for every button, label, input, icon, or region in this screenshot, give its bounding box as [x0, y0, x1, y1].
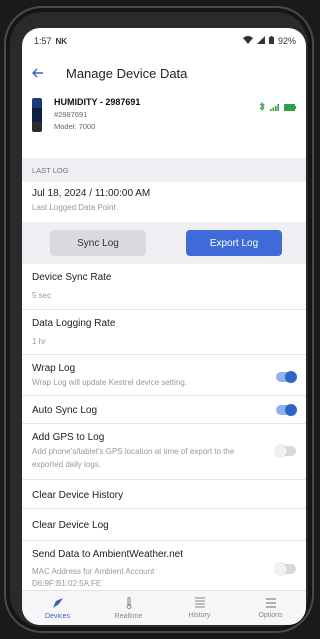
device-battery-icon [284, 98, 296, 116]
nav-realtime-label: Realtime [114, 612, 143, 620]
ambient-mac-address: D6:9F:B1:02:5A:FE [32, 579, 102, 588]
device-image [32, 98, 42, 132]
last-log-caption: Last Logged Data Point [32, 203, 116, 212]
add-gps-row: Add GPS to Log Add phone's/tablet's GPS … [22, 424, 306, 480]
device-serial: #2987691 [54, 110, 88, 119]
auto-sync-log-toggle[interactable] [276, 404, 297, 416]
device-status-icons [259, 98, 296, 116]
signal-strength-icon [270, 98, 279, 116]
battery-icon [268, 36, 274, 46]
add-gps-title: Add GPS to Log [32, 432, 105, 443]
export-log-button[interactable]: Export Log [186, 230, 282, 256]
nav-history[interactable]: History [164, 591, 235, 625]
auto-sync-log-title: Auto Sync Log [32, 405, 98, 416]
device-model: Model: 7000 [54, 122, 96, 131]
device-sync-rate-value: 5 sec [32, 291, 52, 300]
nav-history-label: History [188, 612, 211, 619]
nav-options-label: Options [258, 611, 283, 619]
nav-realtime[interactable]: Realtime [93, 591, 164, 625]
sync-log-button[interactable]: Sync Log [50, 230, 146, 256]
signal-icon [256, 36, 265, 46]
carrier-icon: NK [55, 36, 68, 46]
devices-icon [52, 597, 64, 613]
app-screen: 1:57 NK 92% Manage Device Data HUMIDITY … [22, 28, 306, 625]
ambient-mac-caption: MAC Address for Ambient Account [32, 567, 155, 576]
section-header-last-log: LAST LOG [22, 158, 306, 182]
clear-device-history-row[interactable]: Clear Device History [22, 480, 306, 509]
bluetooth-icon [259, 98, 265, 116]
bottom-navigation: Devices Realtime History Options [22, 590, 306, 625]
data-logging-rate-value: 1 hr [32, 337, 46, 346]
ambient-weather-title: Send Data to AmbientWeather.net [32, 549, 184, 560]
nav-options[interactable]: Options [235, 591, 306, 625]
device-sync-rate-title: Device Sync Rate [32, 272, 112, 283]
wrap-log-title: Wrap Log [32, 363, 76, 374]
last-log-value: Jul 18, 2024 / 11:00:00 AM [32, 188, 151, 199]
clear-device-log-label: Clear Device Log [32, 520, 109, 531]
add-gps-description: Add phone's/tablet's GPS location at tim… [32, 447, 235, 469]
add-gps-toggle[interactable] [275, 445, 296, 457]
wrap-log-row: Wrap Log Wrap Log will update Kestrel de… [22, 355, 306, 396]
data-logging-rate-row[interactable]: Data Logging Rate 1 hr [22, 310, 306, 355]
auto-sync-log-row: Auto Sync Log [22, 396, 306, 424]
data-logging-rate-title: Data Logging Rate [32, 318, 116, 329]
wifi-icon [242, 36, 253, 46]
battery-percent: 92% [277, 36, 296, 46]
status-time: 1:57 [34, 36, 52, 46]
last-log-block: Jul 18, 2024 / 11:00:00 AM Last Logged D… [22, 182, 306, 222]
list-icon [194, 597, 206, 612]
thermometer-icon [125, 596, 133, 613]
wrap-log-description: Wrap Log will update Kestrel device sett… [32, 378, 188, 387]
nav-devices[interactable]: Devices [22, 591, 93, 625]
status-bar: 1:57 NK 92% [22, 28, 306, 54]
device-sync-rate-row[interactable]: Device Sync Rate 5 sec [22, 264, 306, 310]
device-card: HUMIDITY - 2987691 #2987691 Model: 7000 [22, 92, 306, 158]
clear-device-log-row[interactable]: Clear Device Log [22, 509, 306, 541]
page-title: Manage Device Data [66, 65, 188, 81]
app-bar: Manage Device Data [22, 54, 306, 92]
device-name: HUMIDITY - 2987691 [54, 97, 141, 107]
wrap-log-toggle[interactable] [276, 371, 297, 383]
ambient-weather-toggle[interactable] [275, 563, 296, 575]
log-buttons-row: Sync Log Export Log [22, 222, 306, 264]
back-arrow-icon[interactable] [32, 65, 60, 81]
ambient-weather-row: Send Data to AmbientWeather.net MAC Addr… [22, 541, 306, 593]
nav-devices-label: Devices [45, 612, 70, 620]
clear-device-history-label: Clear Device History [32, 490, 124, 501]
menu-icon [265, 597, 277, 612]
